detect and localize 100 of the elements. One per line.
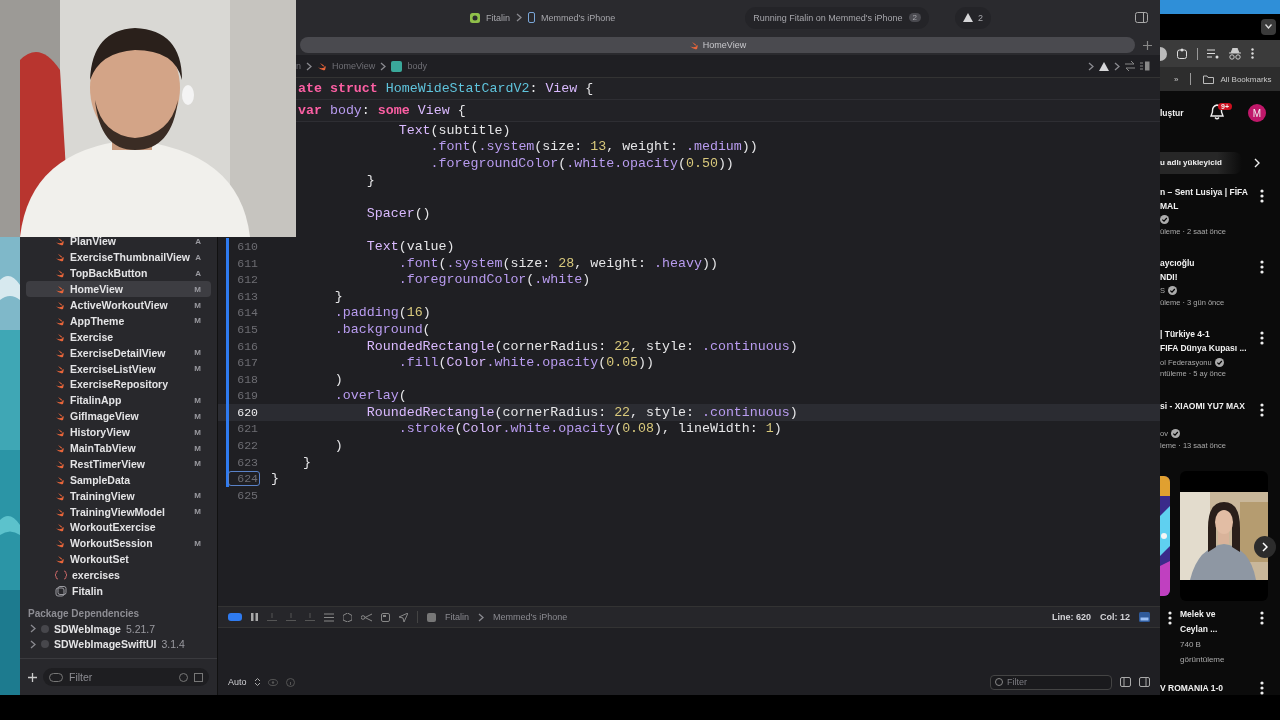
code-line: ) <box>333 438 343 454</box>
file-item[interactable]: SampleData <box>26 471 211 488</box>
video-title[interactable]: V ROMANIA 1-0 <box>1160 683 1223 694</box>
file-item[interactable]: MainTabView M <box>26 440 211 456</box>
swift-file-icon <box>55 490 65 501</box>
file-item[interactable]: GifImageView M <box>26 408 211 425</box>
device-name[interactable]: Memmed's iPhone <box>493 612 568 622</box>
breakpoints-toggle-icon[interactable] <box>228 613 242 621</box>
account-avatar[interactable]: M <box>1248 104 1266 123</box>
line-indicator: Line: 620 <box>1051 612 1091 622</box>
file-item[interactable]: TrainingViewModel M <box>26 503 211 520</box>
swift-file-icon <box>55 554 65 565</box>
swift-file-icon <box>55 315 65 326</box>
profile-icon[interactable] <box>1160 46 1168 61</box>
short-views: 740 B görüntüleme <box>1180 639 1226 667</box>
location-icon[interactable] <box>399 612 408 622</box>
editor-tab[interactable]: HomeView <box>300 37 1135 53</box>
package-item[interactable]: SDWebImageSwiftUI 3.1.4 <box>20 636 217 652</box>
status-label: M <box>194 411 201 421</box>
package-item[interactable]: SDWebImage 5.21.7 <box>20 621 217 637</box>
toggle-icon <box>194 672 203 682</box>
file-item[interactable]: WorkoutExercise <box>26 519 211 536</box>
more-icon[interactable] <box>1168 611 1172 626</box>
spy-icon[interactable] <box>1228 47 1242 60</box>
warning-count[interactable]: 2 <box>978 12 984 23</box>
file-item[interactable]: ExerciseDetailView M <box>26 344 211 361</box>
phone-icon <box>528 12 535 23</box>
sidebar-right-icon[interactable] <box>1139 677 1150 687</box>
line-number: 612 <box>236 273 259 287</box>
inspector-toggle-icon[interactable] <box>1135 12 1148 23</box>
file-item[interactable]: HomeView M <box>26 281 211 298</box>
line-number: 618 <box>236 372 259 386</box>
sidebar-left-icon[interactable] <box>1120 677 1131 687</box>
more-icon[interactable] <box>1260 188 1264 203</box>
tab-search-button[interactable] <box>1261 18 1276 35</box>
updown-icon[interactable] <box>254 678 260 686</box>
add-icon[interactable] <box>1143 40 1152 50</box>
file-item[interactable]: TrainingView M <box>26 487 211 504</box>
back-icon <box>1088 61 1094 71</box>
file-item[interactable]: WorkoutSet <box>26 551 211 568</box>
cube-icon[interactable] <box>343 612 352 622</box>
video-title[interactable]: si - XIAOMI YU7 MAX <box>1160 398 1256 427</box>
more-icon[interactable] <box>1260 611 1264 626</box>
filter-field[interactable]: Filter <box>43 668 209 686</box>
more-icon[interactable] <box>1260 402 1264 417</box>
chevron-icon <box>516 13 522 22</box>
output-mode-menu[interactable]: Auto <box>228 677 247 687</box>
related-items-icon[interactable] <box>1125 61 1135 71</box>
line-number: 615 <box>236 322 259 336</box>
next-button[interactable] <box>1254 536 1276 559</box>
process-name[interactable]: Fitalin <box>445 612 469 622</box>
file-item[interactable]: HistoryView M <box>26 424 211 441</box>
app-icon <box>427 612 436 622</box>
filter-field[interactable]: Filter <box>990 674 1112 690</box>
swift-file-icon <box>55 458 65 469</box>
create-button[interactable]: luştur <box>1160 108 1204 119</box>
file-item[interactable]: exercises <box>26 567 211 584</box>
file-item[interactable]: WorkoutSession M <box>26 535 211 552</box>
code-line: } <box>301 454 311 470</box>
video-title[interactable]: n – Sent Lusiya | FİFA MAL <box>1160 184 1256 213</box>
scheme-name[interactable]: Fitalin <box>486 12 510 23</box>
file-item[interactable]: FitalinApp M <box>26 392 211 409</box>
swift-file-icon <box>55 395 65 406</box>
file-item[interactable]: AppTheme M <box>26 312 211 329</box>
file-item[interactable]: ExerciseThumbnailView A <box>26 249 211 266</box>
video-title[interactable]: aycıoğlu NDI! <box>1160 255 1256 284</box>
filter-chip[interactable]: u adlı yükleyicid <box>1160 151 1242 174</box>
file-item[interactable]: ActiveWorkoutView M <box>26 297 211 313</box>
status-label: M <box>194 443 201 453</box>
device-name[interactable]: Memmed's iPhone <box>541 12 616 23</box>
line-number: 624 <box>229 472 259 486</box>
bookmarks-overflow[interactable]: » <box>1174 74 1179 84</box>
pause-icon[interactable] <box>251 613 258 621</box>
menu-icon[interactable] <box>1251 48 1254 60</box>
file-item[interactable]: Exercise <box>26 328 211 345</box>
video-title[interactable]: | Türkiye 4-1 FIFA Dünya Kupası ... <box>1160 327 1256 356</box>
code-line: } <box>270 471 279 487</box>
bookmark-folder[interactable]: All Bookmarks <box>1220 74 1272 84</box>
next-icon[interactable] <box>1254 157 1260 168</box>
minimap-icon[interactable] <box>1140 61 1150 71</box>
more-icon[interactable] <box>1260 259 1264 274</box>
view-hierarchy-icon[interactable] <box>324 612 334 622</box>
playlist-icon[interactable] <box>1207 48 1219 59</box>
status-label: M <box>194 300 201 310</box>
file-item[interactable]: ExerciseRepository <box>26 376 211 393</box>
environment-icon[interactable] <box>381 612 390 622</box>
puzzle-icon[interactable] <box>1177 48 1188 60</box>
file-item[interactable]: RestTimerView M <box>26 456 211 472</box>
file-item[interactable]: Fitalin <box>26 583 211 599</box>
debug-area-toggle-icon[interactable] <box>1139 612 1150 622</box>
file-item[interactable]: PlanView A <box>26 233 211 250</box>
more-icon[interactable] <box>1260 681 1264 695</box>
swift-file-icon <box>55 331 65 342</box>
file-item[interactable]: TopBackButton A <box>26 265 211 282</box>
add-icon[interactable] <box>28 672 37 682</box>
section-header: Package Dependencies <box>27 607 141 621</box>
code-line: .font(.system(size: 13, weight: .medium)) <box>429 139 758 155</box>
more-icon[interactable] <box>1260 331 1264 346</box>
file-item[interactable]: ExerciseListView M <box>26 360 211 377</box>
short-title[interactable]: Melek ve Ceylan ... <box>1180 607 1256 638</box>
